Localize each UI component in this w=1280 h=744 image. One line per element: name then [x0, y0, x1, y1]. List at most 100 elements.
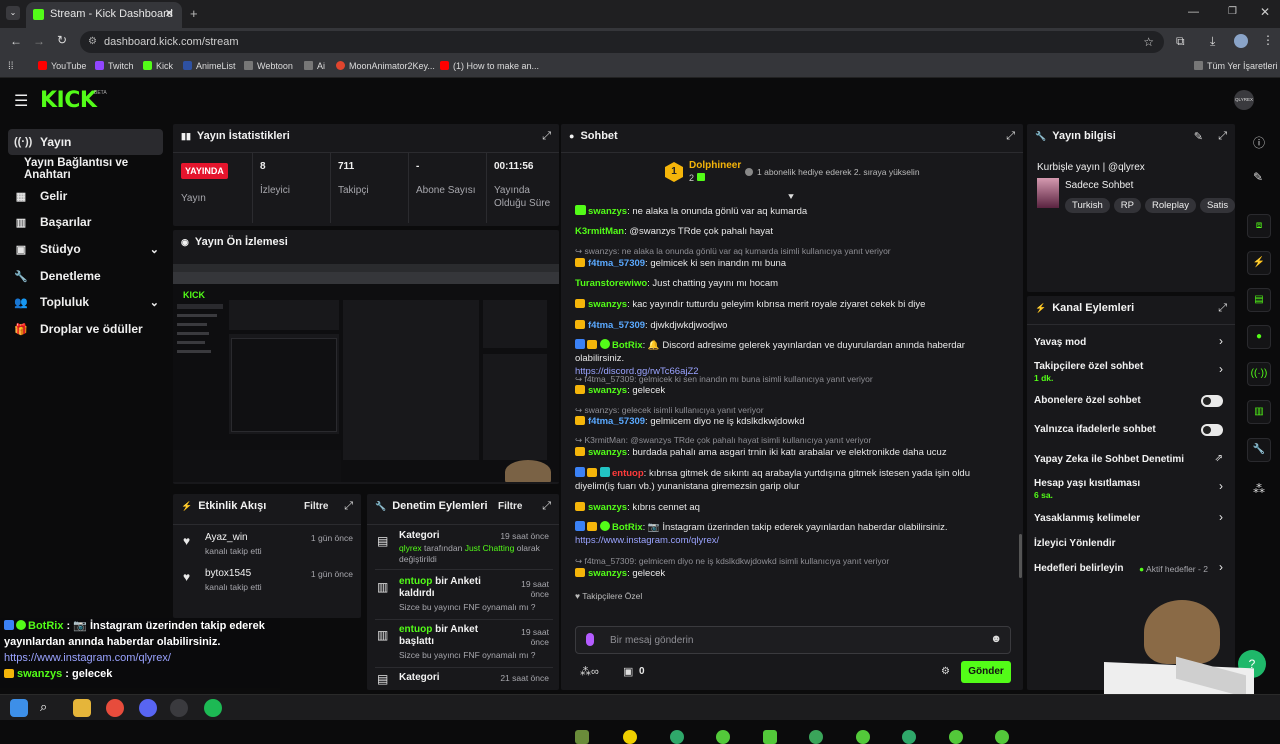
moderation-filter-button[interactable]: Filtre: [498, 501, 522, 512]
sidebar-item-drops[interactable]: 🎁 Droplar ve ödüller: [8, 316, 163, 342]
pinned-gifter[interactable]: 1 Dolphineer 2 1 abonelik hediye ederek …: [665, 160, 925, 188]
activity-item: ♥ bytox1545 kanalı takip etti 1 gün önce: [183, 568, 353, 592]
search-icon[interactable]: ⌕: [40, 699, 47, 715]
chat-input[interactable]: Bir mesaj gönderin ☻: [575, 626, 1011, 654]
browser-tab[interactable]: Stream - Kick Dashboard ✕: [26, 2, 182, 28]
action-slow-mode[interactable]: Yavaş mod ›: [1027, 334, 1235, 352]
chat-scrollbar[interactable]: [1019, 534, 1022, 578]
send-button[interactable]: Gönder: [961, 661, 1011, 683]
chrome-icon[interactable]: [106, 699, 124, 717]
bookmark-animelist[interactable]: AnimeList: [183, 61, 236, 71]
obs-icon[interactable]: [170, 699, 188, 717]
action-emote-only[interactable]: Yalnızca ifadelerle sohbet: [1027, 421, 1235, 439]
minimize-icon[interactable]: —: [1188, 6, 1199, 18]
pin-down-icon[interactable]: ⯆: [787, 192, 795, 203]
new-tab-icon[interactable]: +: [190, 6, 198, 21]
kick-logo[interactable]: KICK: [40, 88, 97, 113]
action-banned-words[interactable]: Yasaklanmış kelimeler ›: [1027, 510, 1235, 528]
file-explorer-icon[interactable]: [73, 699, 91, 717]
emote-icon[interactable]: [716, 730, 730, 744]
bookmark-ai[interactable]: Ai: [304, 61, 325, 71]
sidebar-item-moderation[interactable]: 🔧 Denetleme: [8, 263, 163, 289]
forward-icon[interactable]: →: [33, 34, 45, 48]
emoji-icon[interactable]: ☻: [990, 633, 1002, 645]
emote-icon[interactable]: [809, 730, 823, 744]
stream-preview-video[interactable]: KICK: [173, 264, 559, 482]
settings-icon[interactable]: ⚙: [941, 666, 950, 677]
expand-icon[interactable]: ⤢: [344, 500, 353, 513]
sidebar-item-revenue[interactable]: ▦ Gelir: [8, 183, 163, 209]
action-followers-only[interactable]: Takipçilere özel sohbet 1 dk. ›: [1027, 358, 1235, 384]
extensions-icon[interactable]: ⧉: [1176, 34, 1185, 49]
bookmark-twitch[interactable]: Twitch: [95, 61, 134, 71]
avatar[interactable]: QLYREX: [1234, 90, 1254, 110]
activity-filter-button[interactable]: Filtre: [304, 501, 328, 512]
rail-notes-button[interactable]: ▤: [1247, 288, 1271, 312]
emote-icon[interactable]: [623, 730, 637, 744]
instagram-link[interactable]: https://www.instagram.com/qlyrex/: [575, 535, 719, 546]
expand-icon[interactable]: ⤢: [1218, 302, 1227, 315]
rail-chat-button[interactable]: ●: [1247, 325, 1271, 349]
emote-icon[interactable]: [670, 730, 684, 744]
expand-icon[interactable]: ⤢: [1218, 130, 1227, 143]
rail-wrench-button[interactable]: 🔧: [1247, 438, 1271, 462]
download-icon[interactable]: ⤓: [1210, 34, 1215, 49]
action-raid[interactable]: İzleyici Yönlendir: [1027, 535, 1235, 553]
windows-start-icon[interactable]: [10, 699, 28, 717]
emote-icon[interactable]: [949, 730, 963, 744]
info-icon[interactable]: ⓘ: [1253, 134, 1265, 151]
emote-icon[interactable]: [575, 730, 589, 744]
back-icon[interactable]: ←: [10, 34, 22, 48]
sidebar-item-achievements[interactable]: ▥ Başarılar: [8, 209, 163, 235]
discord-icon[interactable]: [139, 699, 157, 717]
hamburger-icon[interactable]: ☰: [14, 91, 28, 111]
close-window-icon[interactable]: ✕: [1260, 5, 1270, 19]
action-goals[interactable]: Hedefleri belirleyin ● Aktif hedefler - 2…: [1027, 560, 1235, 578]
menu-icon[interactable]: ⋮: [1262, 33, 1274, 47]
emote-only-toggle[interactable]: [1201, 424, 1223, 436]
rail-broadcast-button[interactable]: ((·)): [1247, 362, 1271, 386]
gift-icon[interactable]: ▣: [623, 665, 633, 678]
edit-icon[interactable]: ✎: [1253, 170, 1263, 184]
tab-list-icon[interactable]: ⌄: [6, 6, 20, 20]
action-subscribers-only[interactable]: Abonelere özel sohbet: [1027, 392, 1235, 410]
address-bar[interactable]: ⚙ dashboard.kick.com/stream ☆: [80, 31, 1164, 53]
channel-points-icon[interactable]: ⁂∞: [580, 665, 599, 678]
bookmark-webtoon[interactable]: Webtoon: [244, 61, 293, 71]
profile-icon[interactable]: [1234, 34, 1248, 48]
bookmark-youtube[interactable]: YouTube: [38, 61, 86, 71]
sidebar-item-stream-key[interactable]: Yayın Bağlantısı ve Anahtarı: [8, 156, 163, 182]
all-bookmarks[interactable]: Tüm Yer İşaretleri: [1194, 61, 1278, 71]
expand-icon[interactable]: ⤢: [1006, 130, 1015, 143]
tag: RP: [1113, 198, 1141, 213]
chat-title: ● Sohbet: [569, 130, 618, 142]
bookmark-kick[interactable]: Kick: [143, 61, 173, 71]
expand-icon[interactable]: ⤢: [542, 130, 551, 143]
apps-icon[interactable]: ⁞⁞: [8, 61, 14, 72]
bookmark-star-icon[interactable]: ☆: [1143, 31, 1154, 53]
close-tab-icon[interactable]: ✕: [165, 2, 174, 26]
rail-clip-button[interactable]: ⧈: [1247, 214, 1271, 238]
sidebar-item-stream[interactable]: ((·)) Yayın: [8, 129, 163, 155]
community-icon[interactable]: ⁂: [1253, 482, 1265, 496]
mic-icon[interactable]: [586, 633, 594, 646]
rail-layout-button[interactable]: ▥: [1247, 400, 1271, 424]
bookmark-moonanimator[interactable]: MoonAnimator2Key...: [336, 61, 435, 71]
emote-icon[interactable]: [763, 730, 777, 744]
action-account-age[interactable]: Hesap yaşı kısıtlaması 6 sa. ›: [1027, 475, 1235, 501]
action-ai-moderation[interactable]: Yapay Zeka ile Sohbet Denetimi ⇗: [1027, 451, 1235, 469]
site-info-icon[interactable]: ⚙: [88, 31, 97, 53]
rail-lightning-button[interactable]: ⚡: [1247, 251, 1271, 275]
emote-icon[interactable]: [995, 730, 1009, 744]
sidebar-item-community[interactable]: 👥 Topluluk ⌄: [8, 289, 163, 315]
edit-icon[interactable]: ✎: [1194, 130, 1203, 143]
spotify-icon[interactable]: [204, 699, 222, 717]
expand-icon[interactable]: ⤢: [542, 500, 551, 513]
bookmark-youtube-video[interactable]: (1) How to make an...: [440, 61, 539, 71]
sidebar-item-studio[interactable]: ▣ Stüdyo ⌄: [8, 236, 163, 262]
emote-icon[interactable]: [856, 730, 870, 744]
subscribers-only-toggle[interactable]: [1201, 395, 1223, 407]
reload-icon[interactable]: ↻: [57, 33, 67, 47]
emote-icon[interactable]: [902, 730, 916, 744]
restore-icon[interactable]: ❐: [1228, 6, 1237, 17]
